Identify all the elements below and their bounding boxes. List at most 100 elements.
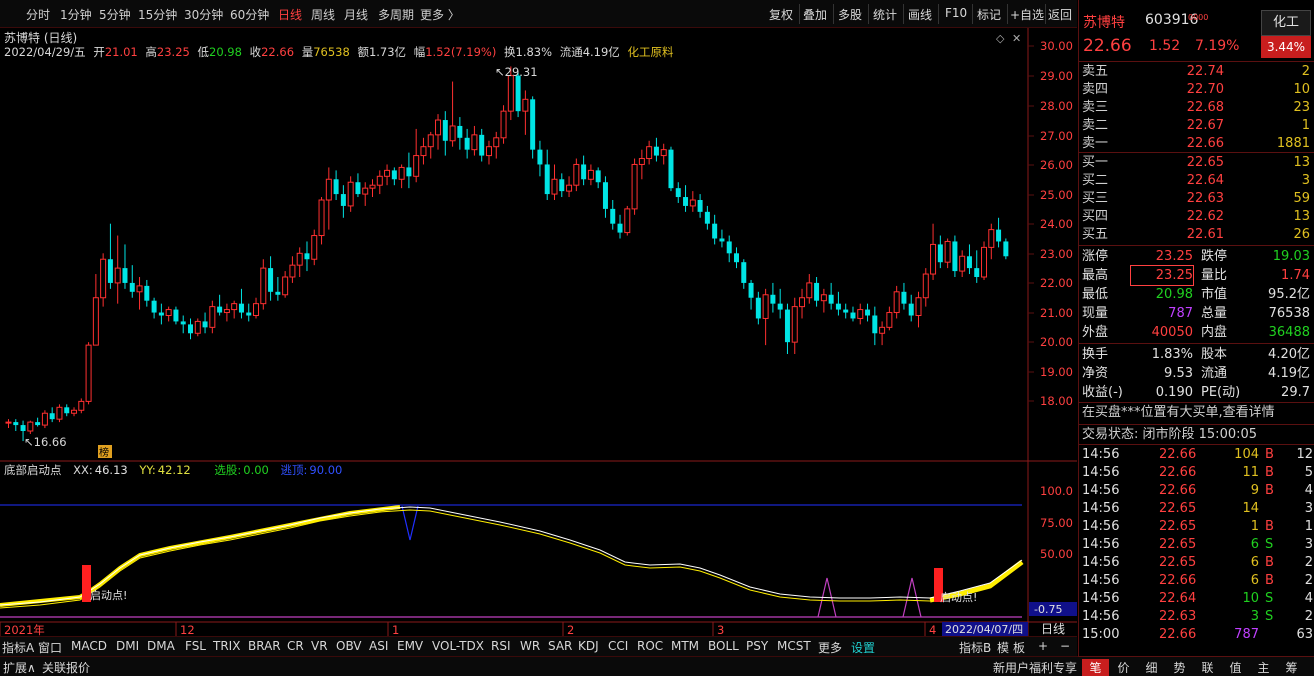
tab-board[interactable]: 板 [1013, 639, 1025, 656]
period-5min[interactable]: 5分钟 [99, 6, 131, 23]
fuquan-button[interactable]: 复权 [769, 6, 793, 23]
tab-dmi[interactable]: DMI [116, 639, 139, 653]
tab-obv[interactable]: OBV [336, 639, 362, 653]
tab-window[interactable]: 窗口 [38, 639, 62, 656]
zoom-in-button[interactable]: + [1038, 639, 1048, 653]
candle-body [719, 238, 725, 242]
stats-button[interactable]: 统计 [873, 6, 897, 23]
tab-mtm[interactable]: MTM [671, 639, 699, 653]
period-week[interactable]: 周线 [311, 6, 335, 23]
period-more[interactable]: 更多 〉 [420, 6, 460, 23]
overlay-button[interactable]: 叠加 [803, 6, 827, 23]
tab-wr[interactable]: WR [520, 639, 540, 653]
candle-body [915, 297, 922, 317]
tab-brar[interactable]: BRAR [248, 639, 281, 653]
indicator-tab-bar: 指标A 窗口 MACD DMI DMA FSL TRIX BRAR CR VR … [0, 636, 1077, 656]
tab-ticks[interactable]: 笔 [1082, 659, 1109, 676]
price-tick: 25.00 [1040, 188, 1073, 202]
tab-dma[interactable]: DMA [147, 639, 175, 653]
period-1min[interactable]: 1分钟 [60, 6, 92, 23]
period-day[interactable]: 日线 [278, 6, 302, 23]
candle-body [573, 163, 580, 186]
time-tick: 2021年 [4, 623, 45, 637]
candle-body [537, 149, 543, 165]
tab-psy[interactable]: PSY [746, 639, 768, 653]
tab-roc[interactable]: ROC [637, 639, 663, 653]
tab-template[interactable]: 模 [997, 639, 1009, 656]
back-button[interactable]: 返回 [1048, 6, 1072, 23]
tab-trix[interactable]: TRIX [213, 639, 240, 653]
candle-body [362, 187, 369, 195]
candle-body [668, 149, 674, 189]
candle-body [820, 294, 827, 302]
candle-body [988, 229, 995, 248]
period-fenshi[interactable]: 分时 [26, 6, 50, 23]
kline-chart[interactable]: 苏博特 (日线) ◇ ✕ 2022/04/29/五 开21.01 高23.25 … [0, 28, 1077, 648]
related-quote-button[interactable]: 关联报价 [42, 659, 90, 676]
period-30min[interactable]: 30分钟 [184, 6, 223, 23]
candle-body [748, 282, 754, 298]
signal-label: 启动点! [940, 591, 977, 604]
zoom-out-button[interactable]: − [1060, 639, 1070, 653]
period-multi[interactable]: 多周期 [378, 6, 414, 23]
candle-body [5, 421, 12, 424]
tab-vr[interactable]: VR [311, 639, 328, 653]
multi-stock-button[interactable]: 多股 [838, 6, 862, 23]
settings-button[interactable]: 设置 [851, 639, 875, 656]
escape-top-dip [401, 505, 419, 541]
tab-macd[interactable]: MACD [71, 639, 107, 653]
industry-button[interactable]: 化工 [1261, 10, 1311, 36]
bid-label: 买五 [1082, 227, 1109, 242]
tab-value[interactable]: 值 [1222, 659, 1249, 676]
big-order-notice[interactable]: 在买盘***位置有大买单,查看详情 [1079, 404, 1313, 422]
tab-indicator-a[interactable]: 指标A [2, 639, 34, 656]
tab-detail[interactable]: 细 [1138, 659, 1165, 676]
tab-trend[interactable]: 势 [1166, 659, 1193, 676]
candle-body [64, 407, 70, 414]
tab-indicator-b[interactable]: 指标B [959, 639, 991, 656]
period-60min[interactable]: 60分钟 [230, 6, 269, 23]
period-label[interactable]: 日线 [1041, 622, 1065, 636]
tab-kdj[interactable]: KDJ [578, 639, 599, 653]
period-month[interactable]: 月线 [344, 6, 368, 23]
stock-code-suffix: 0000 [1188, 13, 1209, 22]
tab-more[interactable]: 更多 [818, 639, 842, 656]
candle-body [712, 223, 718, 239]
tick-row: 14:56 22.65 14 3 [1079, 500, 1313, 518]
tab-cci[interactable]: CCI [608, 639, 628, 653]
tab-cr[interactable]: CR [287, 639, 304, 653]
tab-mcst[interactable]: MCST [777, 639, 811, 653]
tab-fsl[interactable]: FSL [185, 639, 206, 653]
candle-body [770, 294, 776, 304]
tab-rsi[interactable]: RSI [491, 639, 511, 653]
mark-button[interactable]: 标记 [977, 6, 1001, 23]
close-icon[interactable]: ✕ [1012, 32, 1021, 45]
price-tick: 20.00 [1040, 335, 1073, 349]
draw-line-button[interactable]: 画线 [908, 6, 932, 23]
candle-body [631, 163, 638, 210]
tab-price[interactable]: 价 [1110, 659, 1137, 676]
tab-chips[interactable]: 筹 [1278, 659, 1305, 676]
candle-body [253, 303, 260, 316]
tab-main[interactable]: 主 [1250, 659, 1277, 676]
period-15min[interactable]: 15分钟 [138, 6, 177, 23]
tab-vol-tdx[interactable]: VOL-TDX [432, 639, 484, 653]
tab-sar[interactable]: SAR [548, 639, 572, 653]
tick-time: 14:56 [1082, 447, 1120, 462]
candle-body [734, 253, 739, 263]
tab-emv[interactable]: EMV [397, 639, 423, 653]
bid-volume: 13 [1293, 155, 1310, 170]
tab-boll[interactable]: BOLL [708, 639, 739, 653]
tick-time: 14:56 [1082, 501, 1120, 516]
chart-area[interactable]: 苏博特 (日线) ◇ ✕ 2022/04/29/五 开21.01 高23.25 … [0, 28, 1077, 648]
expand-button[interactable]: 扩展∧ [3, 659, 36, 676]
diamond-icon[interactable]: ◇ [996, 32, 1005, 45]
bid-row: 买一 22.65 13 [1079, 154, 1313, 172]
promo-link[interactable]: 新用户福利专享 [993, 659, 1077, 676]
add-watchlist-button[interactable]: +自选 [1010, 6, 1044, 23]
tab-asi[interactable]: ASI [369, 639, 388, 653]
candle-body [333, 179, 339, 195]
f10-button[interactable]: F10 [945, 6, 967, 20]
stat-label: PE(动) [1201, 385, 1241, 400]
tab-link[interactable]: 联 [1194, 659, 1221, 676]
